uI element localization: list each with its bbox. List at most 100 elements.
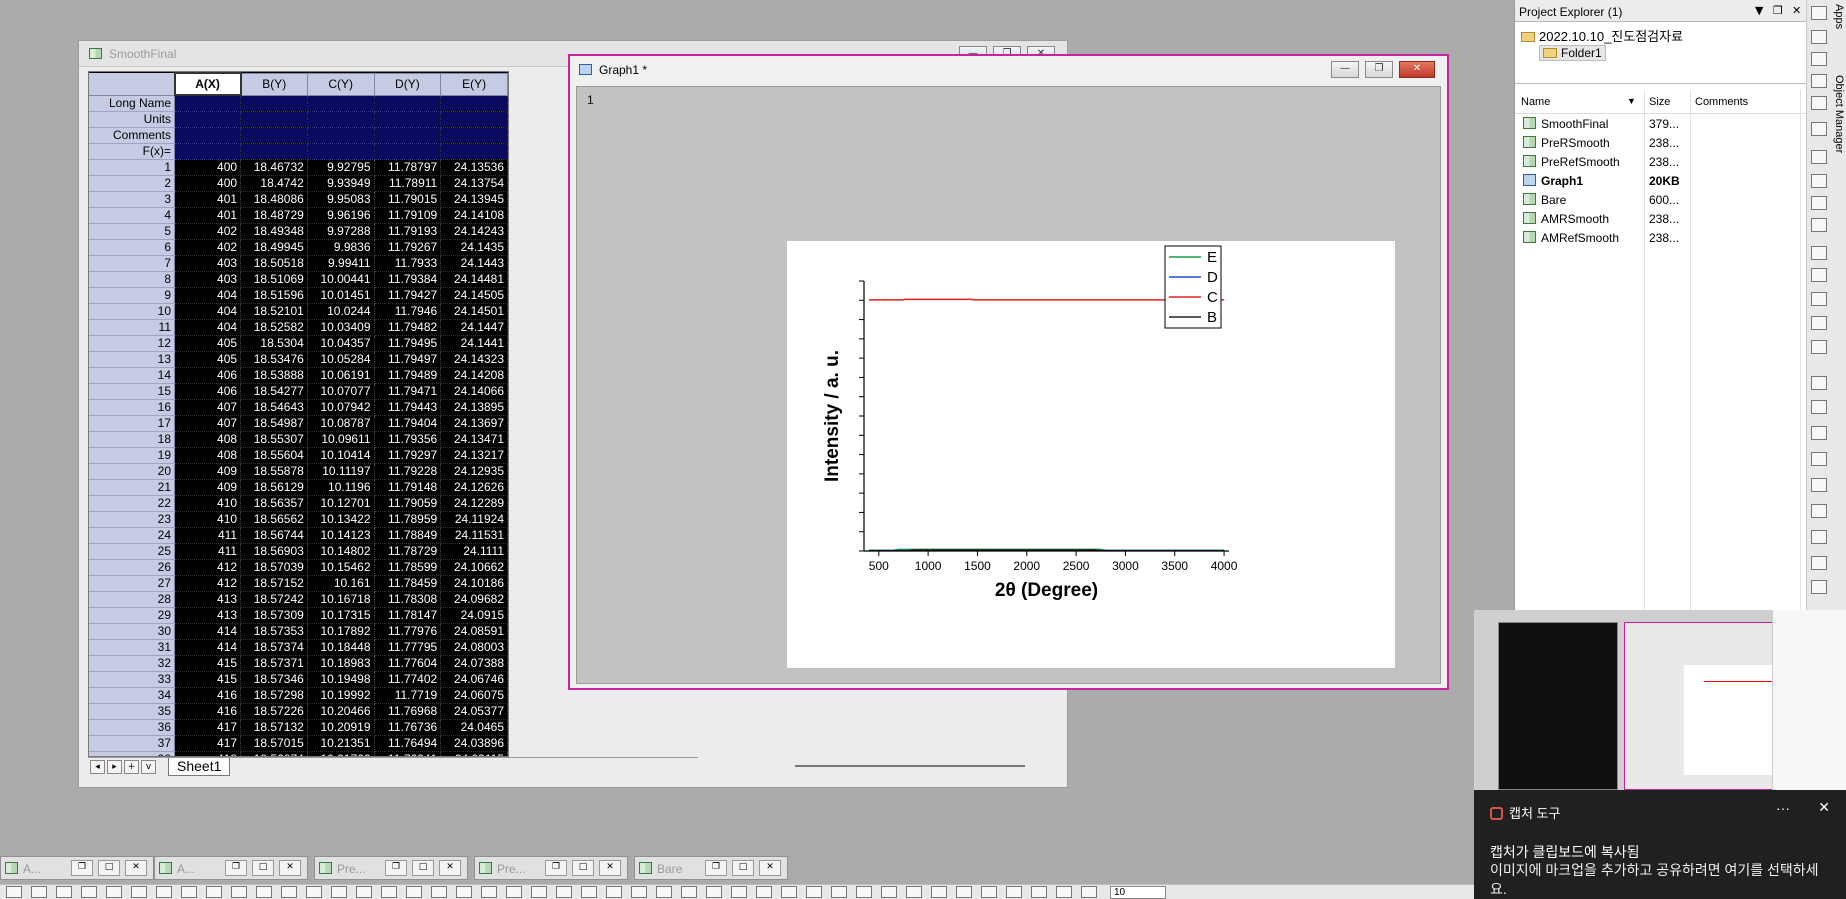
data-cell[interactable]: 10.161 (307, 575, 375, 592)
data-cell[interactable]: 410 (174, 495, 242, 512)
toolbar-tool-icon[interactable] (31, 886, 47, 898)
row-number[interactable]: 2 (89, 175, 176, 192)
data-cell[interactable]: 18.52101 (240, 303, 308, 320)
row-number[interactable]: 37 (89, 735, 176, 752)
data-cell[interactable]: 410 (174, 511, 242, 528)
data-cell[interactable]: 24.0915 (440, 607, 508, 624)
row-number[interactable]: 4 (89, 207, 176, 224)
data-cell[interactable]: 18.56562 (240, 511, 308, 528)
data-cell[interactable]: 24.13895 (440, 399, 508, 416)
data-cell[interactable]: 24.13217 (440, 447, 508, 464)
data-cell[interactable]: 10.07942 (307, 399, 375, 416)
data-cell[interactable]: 10.10414 (307, 447, 375, 464)
data-cell[interactable]: 408 (174, 431, 242, 448)
row-number[interactable]: 13 (89, 351, 176, 368)
data-cell[interactable]: 18.57374 (240, 639, 308, 656)
chart[interactable]: 500 1000 1500 2000 2500 3000 3500 4000 2θ (Degr… (787, 241, 1395, 668)
data-cell[interactable]: 11.79193 (374, 223, 442, 240)
meta-cell[interactable] (440, 94, 508, 112)
toolbar-tool-icon[interactable] (931, 886, 947, 898)
data-cell[interactable]: 11.7946 (374, 303, 442, 320)
column-header[interactable]: B(Y) (240, 72, 308, 96)
data-cell[interactable]: 400 (174, 159, 242, 176)
data-cell[interactable]: 11.79228 (374, 463, 442, 480)
data-cell[interactable]: 24.13754 (440, 175, 508, 192)
meta-cell[interactable] (373, 126, 442, 144)
object-manager-tab[interactable]: Object Manager (1833, 75, 1845, 153)
data-cell[interactable]: 18.53888 (240, 367, 308, 384)
data-cell[interactable]: 18.4742 (240, 175, 308, 192)
float-icon[interactable]: ❐ (1773, 4, 1783, 17)
toolbar-tool-icon[interactable] (556, 886, 572, 898)
meta-cell[interactable] (373, 94, 442, 112)
row-number[interactable]: 19 (89, 447, 176, 464)
data-cell[interactable]: 11.79059 (374, 495, 442, 512)
toolbar-tool-icon[interactable] (481, 886, 497, 898)
graph-minimize-button[interactable]: — (1331, 61, 1359, 78)
data-cell[interactable]: 24.1441 (440, 335, 508, 352)
toolbar-tool-icon[interactable] (1811, 174, 1827, 188)
data-cell[interactable]: 9.9836 (307, 239, 375, 256)
toolbar-tool-icon[interactable] (1811, 268, 1827, 282)
toolbar-tool-icon[interactable] (1811, 376, 1827, 390)
meta-cell[interactable] (306, 126, 375, 144)
data-cell[interactable]: 11.79148 (374, 479, 442, 496)
data-cell[interactable]: 18.49348 (240, 223, 308, 240)
data-cell[interactable]: 11.79356 (374, 431, 442, 448)
data-cell[interactable]: 417 (174, 719, 242, 736)
toolbar-tool-icon[interactable] (1811, 6, 1827, 20)
data-cell[interactable]: 24.13471 (440, 431, 508, 448)
data-cell[interactable]: 18.57152 (240, 575, 308, 592)
column-header[interactable]: E(Y) (440, 72, 508, 96)
data-cell[interactable]: 10.20919 (307, 719, 375, 736)
data-cell[interactable]: 9.95083 (307, 191, 375, 208)
data-cell[interactable]: 18.57346 (240, 671, 308, 688)
data-cell[interactable]: 24.14505 (440, 287, 508, 304)
toolbar-tool-icon[interactable] (506, 886, 522, 898)
data-cell[interactable]: 11.79471 (374, 383, 442, 400)
row-number[interactable]: 22 (89, 495, 176, 512)
meta-cell[interactable] (174, 126, 242, 144)
data-cell[interactable]: 416 (174, 703, 242, 720)
project-explorer[interactable]: Project Explorer (1) ▼ ❐ ✕ 2022.10.10_진도… (1514, 0, 1807, 610)
toolbar-tool-icon[interactable] (406, 886, 422, 898)
column-header[interactable]: A(X) (173, 72, 242, 96)
toolbar-tool-icon[interactable] (106, 886, 122, 898)
toolbar-tool-icon[interactable] (306, 886, 322, 898)
data-cell[interactable]: 10.05284 (307, 351, 375, 368)
data-cell[interactable]: 24.05377 (440, 703, 508, 720)
data-cell[interactable]: 404 (174, 287, 242, 304)
data-cell[interactable]: 10.13422 (307, 511, 375, 528)
toolbar-tool-icon[interactable] (206, 886, 222, 898)
data-cell[interactable]: 414 (174, 639, 242, 656)
row-number[interactable]: 25 (89, 543, 176, 560)
data-cell[interactable]: 11.79482 (374, 319, 442, 336)
row-number[interactable]: 31 (89, 639, 176, 656)
data-cell[interactable]: 10.01451 (307, 287, 375, 304)
data-cell[interactable]: 18.50518 (240, 255, 308, 272)
meta-cell[interactable] (440, 142, 508, 160)
graph-window[interactable]: Graph1 * — ❐ ✕ 1 500 1000 1500 2000 2500 3000… (568, 54, 1449, 690)
data-cell[interactable]: 18.54987 (240, 415, 308, 432)
tree-root[interactable]: 2022.10.10_진도점검자료 (1521, 26, 1683, 45)
data-cell[interactable]: 24.12626 (440, 479, 508, 496)
toolbar-tool-icon[interactable] (1056, 886, 1072, 898)
data-cell[interactable]: 18.57015 (240, 735, 308, 752)
project-item[interactable]: AMRSmooth 238... (1515, 209, 1807, 228)
data-cell[interactable]: 405 (174, 351, 242, 368)
toolbar-tool-icon[interactable] (1811, 196, 1827, 210)
data-cell[interactable]: 11.79443 (374, 399, 442, 416)
data-cell[interactable]: 415 (174, 655, 242, 672)
meta-cell[interactable] (174, 142, 242, 160)
data-cell[interactable]: 11.78459 (374, 575, 442, 592)
row-number[interactable]: 12 (89, 335, 176, 352)
restore-button[interactable]: ❐ (71, 860, 93, 876)
row-number[interactable]: 20 (89, 463, 176, 480)
data-cell[interactable]: 24.12289 (440, 495, 508, 512)
data-cell[interactable]: 18.54643 (240, 399, 308, 416)
meta-cell[interactable] (240, 142, 308, 160)
data-cell[interactable]: 18.56129 (240, 479, 308, 496)
row-number[interactable]: 30 (89, 623, 176, 640)
project-item[interactable]: PreRSmooth 238... (1515, 133, 1807, 152)
data-cell[interactable]: 407 (174, 399, 242, 416)
